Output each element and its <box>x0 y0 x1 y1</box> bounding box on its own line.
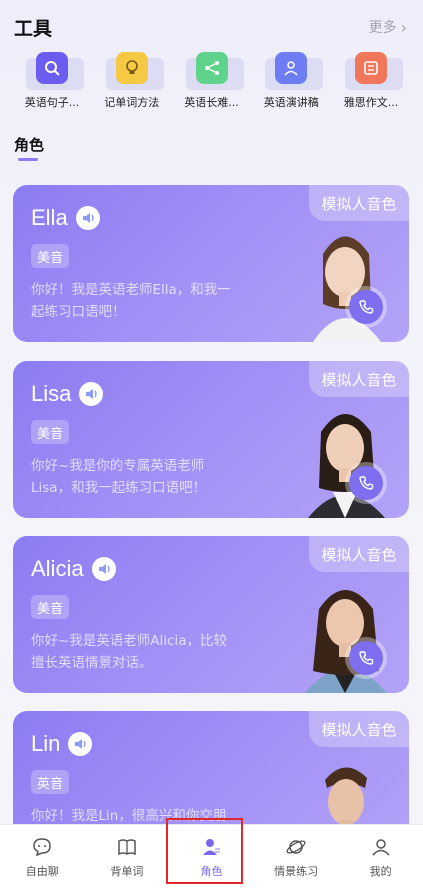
tool-label: 英语长难... <box>184 96 239 109</box>
voice-tag: 模拟人音色 <box>309 185 409 221</box>
role-card-alicia[interactable]: 模拟人音色 Alicia 美音 你好~我是英语老师Alicia，比较 擅长英语情… <box>13 536 409 693</box>
call-button[interactable] <box>345 637 387 679</box>
nav-label: 背单词 <box>110 865 144 878</box>
chevron-right-icon: › <box>400 17 407 37</box>
voice-tag: 模拟人音色 <box>309 361 409 397</box>
chat-bubble-icon <box>30 835 54 859</box>
planet-icon <box>284 835 308 859</box>
tool-item-vocab-method[interactable]: 记单词方法 <box>94 52 170 112</box>
tools-header: 工具 更多 › <box>14 14 407 40</box>
accent-badge: 美音 <box>31 420 69 444</box>
role-name: Ella <box>31 205 68 230</box>
nav-item-scenario[interactable]: 情景练习 <box>254 825 339 893</box>
highlight-box <box>166 818 243 884</box>
tools-title: 工具 <box>14 17 53 40</box>
book-icon <box>115 835 139 859</box>
accent-badge: 美音 <box>31 244 69 268</box>
network-icon <box>195 52 228 84</box>
accent-badge: 英音 <box>31 770 69 794</box>
role-name-row: Alicia <box>31 556 116 582</box>
nav-item-free-chat[interactable]: 自由聊 <box>0 825 85 893</box>
role-name: Lin <box>31 731 61 756</box>
role-name-row: Lin <box>31 731 93 757</box>
avatar <box>313 236 381 342</box>
phone-icon <box>349 466 383 500</box>
role-name: Alicia <box>31 556 84 581</box>
call-button[interactable] <box>345 462 387 504</box>
app-screen: 工具 更多 › 英语句子... 记单词方法 英语长难... 英语演讲稿 雅思作文… <box>0 0 423 893</box>
tool-label: 记单词方法 <box>104 96 160 109</box>
lightbulb-icon <box>115 52 148 84</box>
nav-item-vocab[interactable]: 背单词 <box>85 825 170 893</box>
role-name-row: Ella <box>31 205 100 231</box>
nav-label: 自由聊 <box>25 865 59 878</box>
more-link[interactable]: 更多 › <box>369 17 407 37</box>
speaker-icon[interactable] <box>79 382 104 406</box>
magnifier-icon <box>36 52 68 84</box>
role-card-lisa[interactable]: 模拟人音色 Lisa 美音 你好~我是你的专属英语老师 Lisa，和我一起练习口… <box>13 361 409 518</box>
speaker-icon[interactable] <box>91 557 116 581</box>
more-label: 更多 <box>368 20 397 36</box>
ielts-icon <box>355 52 387 84</box>
accent-badge: 美音 <box>31 595 69 619</box>
tool-label: 英语句子... <box>24 96 80 109</box>
tool-item-speech[interactable]: 英语演讲稿 <box>253 52 329 112</box>
call-button[interactable] <box>345 286 387 328</box>
phone-icon <box>349 290 383 324</box>
tool-item-sentence[interactable]: 英语句子... <box>14 52 90 112</box>
voice-tag: 模拟人音色 <box>309 536 409 572</box>
role-card-ella[interactable]: 模拟人音色 Ella 美音 你好！我是英语老师Ella，和我一 起练习口语吧！ <box>13 185 409 342</box>
avatar <box>305 590 387 693</box>
avatar <box>308 414 385 518</box>
phone-icon <box>349 641 383 675</box>
speaker-person-icon <box>275 52 308 84</box>
role-description: 你好！我是英语老师Ella，和我一 起练习口语吧！ <box>31 282 231 320</box>
tool-item-long-sentence[interactable]: 英语长难... <box>174 52 250 112</box>
role-description: 你好~我是你的专属英语老师 Lisa，和我一起练习口语吧！ <box>31 458 207 496</box>
role-name: Lisa <box>31 381 72 406</box>
tool-label: 雅思作文... <box>343 96 399 109</box>
nav-label: 我的 <box>369 865 392 878</box>
nav-label: 情景练习 <box>274 865 319 878</box>
speaker-icon[interactable] <box>68 732 93 756</box>
speaker-icon[interactable] <box>75 206 100 230</box>
role-name-row: Lisa <box>31 381 104 407</box>
roles-title-underline <box>18 158 38 161</box>
role-description: 你好~我是英语老师Alicia，比较 擅长英语情景对话。 <box>31 633 227 671</box>
roles-title: 角色 <box>14 136 45 154</box>
tool-label: 英语演讲稿 <box>263 96 319 109</box>
nav-item-profile[interactable]: 我的 <box>338 825 423 893</box>
tool-item-ielts[interactable]: 雅思作文... <box>333 52 409 112</box>
voice-tag: 模拟人音色 <box>309 711 409 747</box>
user-icon <box>369 835 393 859</box>
tools-row: 英语句子... 记单词方法 英语长难... 英语演讲稿 雅思作文... <box>14 52 409 112</box>
